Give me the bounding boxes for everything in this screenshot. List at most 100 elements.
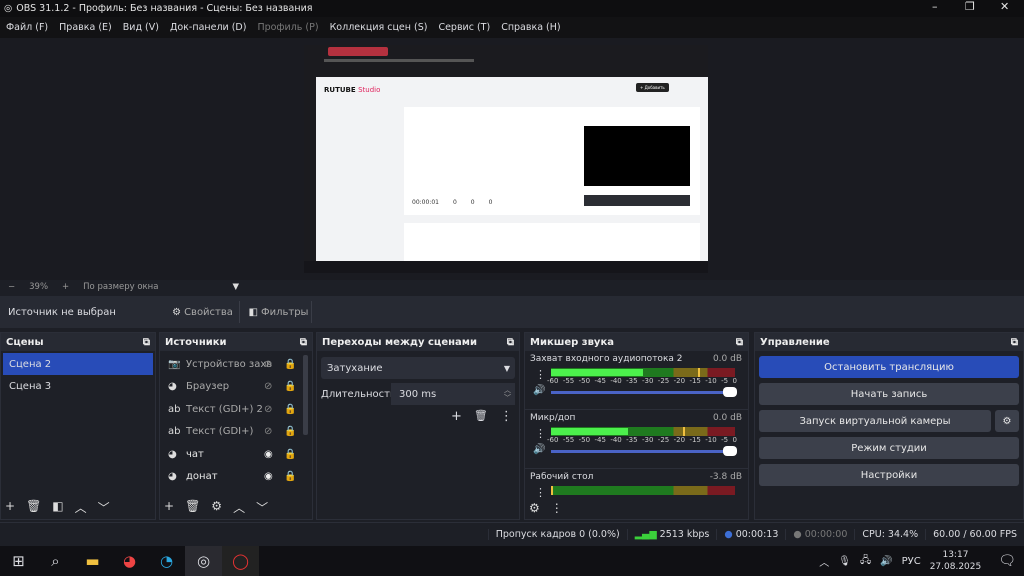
search-icon[interactable]: ⌕	[37, 546, 74, 576]
source-item[interactable]: ◕ чат ◉ 🔒	[160, 443, 312, 466]
lock-icon[interactable]: 🔒	[284, 449, 296, 460]
trash-icon[interactable]: 🗑	[185, 499, 200, 516]
spinner-icon[interactable]: ︿ ﹀	[504, 386, 511, 402]
network-icon[interactable]: 🖧	[860, 553, 871, 570]
notifications-icon[interactable]: 🗨	[998, 553, 1016, 569]
chevron-up-icon[interactable]: ︿	[75, 499, 87, 516]
microphone-icon[interactable]: 🎙	[838, 556, 851, 567]
close-button[interactable]: ✕	[1000, 0, 1009, 13]
more-icon[interactable]: ⋮	[535, 486, 546, 497]
zoom-in-button[interactable]: +	[62, 282, 69, 292]
chevron-down-icon[interactable]: ▼	[232, 282, 239, 292]
menu-file[interactable]: Файл (F)	[6, 22, 48, 33]
edge-icon[interactable]: ◔	[148, 546, 185, 576]
clock[interactable]: 13:17 27.08.2025	[930, 549, 982, 573]
lock-icon[interactable]: 🔒	[284, 359, 296, 370]
zoom-out-button[interactable]: −	[8, 282, 15, 292]
menu-tools[interactable]: Сервис (T)	[438, 22, 490, 33]
undock-icon[interactable]: ⧉	[143, 337, 150, 348]
trash-icon[interactable]: 🗑	[26, 499, 41, 516]
stop-stream-button[interactable]: Остановить трансляцию	[759, 356, 1019, 378]
advanced-audio-gear-icon[interactable]: ⚙	[529, 501, 540, 515]
chevron-up-icon[interactable]: ︿	[233, 499, 245, 516]
file-explorer-icon[interactable]: ▬	[74, 546, 111, 576]
lock-icon[interactable]: 🔒	[284, 426, 296, 437]
source-item[interactable]: ab Текст (GDI+) 2 ⊘ 🔒	[160, 398, 312, 421]
add-icon[interactable]: +	[5, 499, 15, 516]
gear-icon[interactable]: ⚙	[211, 499, 222, 516]
undock-icon[interactable]: ⧉	[1011, 337, 1018, 348]
start-recording-button[interactable]: Начать запись	[759, 383, 1019, 405]
windows-start-icon[interactable]: ⊞	[0, 546, 37, 576]
source-item[interactable]: 📷 Устройство захв ⊘ 🔒	[160, 353, 312, 376]
more-icon[interactable]: ⋮	[500, 409, 513, 424]
virtual-camera-settings-gear-icon[interactable]: ⚙	[995, 410, 1019, 432]
lock-icon[interactable]: 🔒	[284, 381, 296, 392]
transition-select[interactable]: Затухание ▼	[321, 357, 515, 379]
maximize-button[interactable]: ❐	[965, 0, 975, 13]
eye-hidden-icon[interactable]: ⊘	[264, 381, 272, 392]
speaker-icon[interactable]: 🔊	[533, 444, 545, 455]
scrollbar[interactable]	[303, 355, 308, 435]
filter-icon[interactable]: ◧	[52, 499, 63, 516]
lock-icon[interactable]: 🔒	[284, 404, 296, 415]
volume-slider[interactable]	[551, 450, 735, 453]
volume-meter	[551, 427, 735, 436]
source-item[interactable]: ◕ донат ◉ 🔒	[160, 466, 312, 489]
chevron-down-icon[interactable]: ﹀	[256, 499, 268, 516]
volume-slider-handle[interactable]	[723, 387, 737, 397]
eye-hidden-icon[interactable]: ⊘	[264, 359, 272, 370]
volume-slider[interactable]	[551, 391, 735, 394]
settings-button[interactable]: Настройки	[759, 464, 1019, 486]
trash-icon[interactable]: 🗑	[474, 409, 488, 424]
yandex-browser-icon[interactable]: ◕	[111, 546, 148, 576]
filters-button[interactable]: ◧ Фильтры	[246, 301, 312, 323]
language-indicator[interactable]: РУС	[902, 556, 921, 567]
volume-slider-handle[interactable]	[723, 446, 737, 456]
more-icon[interactable]: ⋮	[535, 427, 546, 440]
source-item[interactable]: ab Текст (GDI+) ⊘ 🔒	[160, 421, 312, 444]
undock-icon[interactable]: ⧉	[507, 337, 514, 348]
scene-item[interactable]: Сцена 3	[1, 375, 155, 397]
menu-scene-collection[interactable]: Коллекция сцен (S)	[330, 22, 428, 33]
undock-icon[interactable]: ⧉	[300, 337, 307, 348]
eye-hidden-icon[interactable]: ⊘	[264, 404, 272, 415]
speaker-icon[interactable]: 🔊	[533, 385, 545, 396]
volume-icon[interactable]: 🔊	[880, 556, 892, 567]
lock-icon[interactable]: 🔒	[284, 471, 296, 482]
duration-input[interactable]: 300 ms ︿ ﹀	[391, 383, 515, 405]
source-name: Браузер	[186, 381, 230, 393]
source-item[interactable]: ◕ Браузер ⊘ 🔒	[160, 376, 312, 399]
eye-hidden-icon[interactable]: ⊘	[264, 426, 272, 437]
clock-date: 27.08.2025	[929, 562, 982, 572]
more-icon[interactable]: ⋮	[535, 368, 546, 381]
preview-canvas[interactable]: RUTUBE Studio + Добавить 00:00:01 0 0 0	[304, 45, 708, 273]
menu-view[interactable]: Вид (V)	[123, 22, 159, 33]
volume-meter	[551, 486, 735, 495]
properties-button[interactable]: ⚙ Свойства	[166, 301, 240, 323]
menu-edit[interactable]: Правка (E)	[59, 22, 112, 33]
chevron-down-icon[interactable]: ﹀	[98, 499, 110, 516]
zoom-mode[interactable]: По размеру окна	[83, 282, 158, 292]
opera-icon[interactable]: ◯	[222, 546, 259, 576]
add-icon[interactable]: +	[451, 409, 462, 424]
studio-mode-button[interactable]: Режим студии	[759, 437, 1019, 459]
eye-icon[interactable]: ◉	[264, 471, 273, 482]
minimize-button[interactable]: –	[932, 0, 938, 13]
undock-icon[interactable]: ⧉	[736, 337, 743, 348]
meter-tick: -55	[562, 436, 575, 444]
virtual-camera-button[interactable]: Запуск виртуальной камеры	[759, 410, 991, 432]
fps: 60.00 / 60.00 FPS	[925, 529, 1024, 540]
eye-icon[interactable]: ◉	[264, 449, 273, 460]
tray-chevron-up-icon[interactable]: ︿	[819, 554, 829, 569]
obs-icon[interactable]: ◎	[185, 546, 222, 576]
meter-peak	[551, 486, 553, 495]
meter-tick: -5	[721, 436, 729, 444]
channel-db: 0.0 dB	[712, 413, 742, 423]
menu-help[interactable]: Справка (H)	[501, 22, 560, 33]
add-icon[interactable]: +	[164, 499, 174, 516]
scene-item[interactable]: Сцена 2	[3, 353, 153, 375]
mixer-channel: Захват входного аудиопотока 2 0.0 dB ⋮ -…	[525, 351, 748, 410]
menu-docks[interactable]: Док-панели (D)	[170, 22, 246, 33]
more-icon[interactable]: ⋮	[551, 501, 563, 515]
